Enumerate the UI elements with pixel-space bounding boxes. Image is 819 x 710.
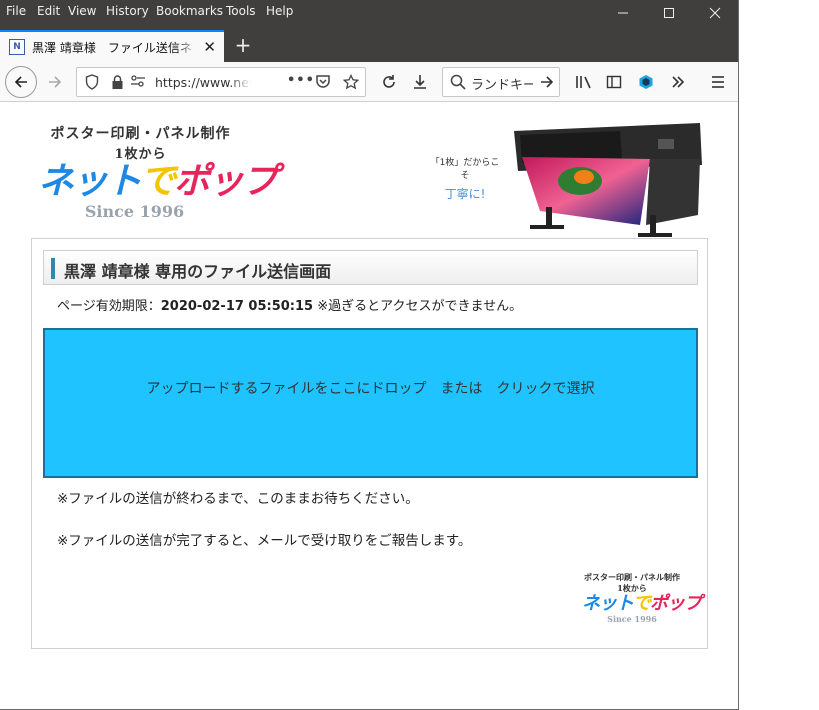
menu-file[interactable]: File xyxy=(6,4,26,18)
search-bar[interactable]: ランドキー xyxy=(442,67,560,97)
menu-bar: File Edit View History Bookmarks Tools H… xyxy=(0,0,738,30)
overflow-chevron-icon[interactable] xyxy=(664,68,692,96)
download-icon[interactable] xyxy=(406,68,434,96)
footer-logo-wordmark: ネットでポップ xyxy=(582,593,702,614)
shield-icon[interactable] xyxy=(85,74,99,94)
tagline-line1: 「1枚」だからこそ xyxy=(430,158,500,181)
search-go-icon[interactable] xyxy=(539,74,555,93)
file-dropzone[interactable]: アップロードするファイルをここにドロップ または クリックで選択 xyxy=(43,328,698,478)
url-text[interactable]: https://www.net xyxy=(155,75,251,90)
menu-edit[interactable]: Edit xyxy=(37,4,60,18)
logo-subtitle-2: 1枚から xyxy=(114,147,167,162)
browser-window: File Edit View History Bookmarks Tools H… xyxy=(0,0,739,710)
close-window-icon[interactable] xyxy=(692,0,738,30)
expiry-notice: ページ有効期限：2020-02-17 05:50:15 ※過ぎるとアクセスができ… xyxy=(57,295,522,314)
extension-icon[interactable] xyxy=(632,68,660,96)
tab-strip: N 黒澤 靖章様 ファイル送信ネ ✕ + xyxy=(0,30,738,62)
site-logo[interactable]: ポスター印刷・パネル制作 1枚から ネットでポップ Since 1996 xyxy=(38,123,278,223)
footer-logo[interactable]: ポスター印刷・パネル制作 1枚から ネットでポップ Since 1996 xyxy=(582,572,702,624)
panel-heading: 黒澤 靖章様 専用のファイル送信画面 xyxy=(43,250,698,285)
menu-bookmarks[interactable]: Bookmarks xyxy=(156,4,223,18)
page-title: 黒澤 靖章様 専用のファイル送信画面 xyxy=(64,262,332,281)
menu-view[interactable]: View xyxy=(68,4,96,18)
maximize-icon[interactable] xyxy=(646,0,692,30)
dropzone-label: アップロードするファイルをここにドロップ または クリックで選択 xyxy=(146,381,595,397)
page-actions-icon[interactable]: ••• xyxy=(287,73,315,88)
new-tab-button[interactable]: + xyxy=(230,32,256,58)
printer-image xyxy=(500,115,706,241)
search-input[interactable]: ランドキー xyxy=(471,74,533,93)
search-icon xyxy=(450,74,466,93)
minimize-icon[interactable] xyxy=(600,0,646,30)
permissions-icon[interactable] xyxy=(130,74,146,92)
expiry-datetime: 2020-02-17 05:50:15 xyxy=(160,299,314,314)
lock-icon[interactable] xyxy=(111,74,124,94)
wait-notice: ※ファイルの送信が終わるまで、このままお待ちください。 xyxy=(57,491,419,507)
tab-active[interactable]: N 黒澤 靖章様 ファイル送信ネ ✕ xyxy=(0,30,224,62)
menu-tools[interactable]: Tools xyxy=(226,4,256,18)
menu-history[interactable]: History xyxy=(106,4,149,18)
upload-panel: 黒澤 靖章様 専用のファイル送信画面 ページ有効期限：2020-02-17 05… xyxy=(31,238,708,649)
expiry-note: ※過ぎるとアクセスができません。 xyxy=(313,299,523,314)
tagline: 「1枚」だからこそ 丁寧に! xyxy=(430,155,500,202)
tagline-line2: 丁寧に! xyxy=(444,187,486,201)
logo-subtitle: ポスター印刷・パネル制作 xyxy=(50,126,231,142)
library-icon[interactable] xyxy=(570,68,598,96)
url-bar[interactable]: https://www.net ••• xyxy=(76,67,366,97)
tab-close-icon[interactable]: ✕ xyxy=(203,38,216,56)
site-favicon-icon: N xyxy=(9,39,25,55)
logo-since: Since 1996 xyxy=(84,202,185,221)
tab-title: 黒澤 靖章様 ファイル送信ネ xyxy=(32,39,196,57)
hamburger-menu-icon[interactable] xyxy=(704,68,732,96)
page-content: ポスター印刷・パネル制作 1枚から ネットでポップ Since 1996 「1枚… xyxy=(0,103,738,709)
bookmark-star-icon[interactable] xyxy=(342,73,360,94)
logo-wordmark: ネットでポップ xyxy=(38,161,278,202)
footer-logo-subtitle: ポスター印刷・パネル制作 xyxy=(584,572,680,582)
back-button[interactable] xyxy=(5,66,37,98)
completion-notice: ※ファイルの送信が完了すると、メールで受け取りをご報告します。 xyxy=(57,533,472,549)
footer-logo-since: Since 1996 xyxy=(607,614,657,624)
sidebar-icon[interactable] xyxy=(600,68,628,96)
heading-accent-bar xyxy=(51,258,55,279)
menu-help[interactable]: Help xyxy=(266,4,293,18)
nav-toolbar: https://www.net ••• ランドキー xyxy=(0,62,738,102)
reload-icon[interactable] xyxy=(375,68,403,96)
expiry-label: ページ有効期限： xyxy=(57,299,161,314)
forward-button[interactable] xyxy=(41,68,69,96)
pocket-icon[interactable] xyxy=(315,74,331,93)
